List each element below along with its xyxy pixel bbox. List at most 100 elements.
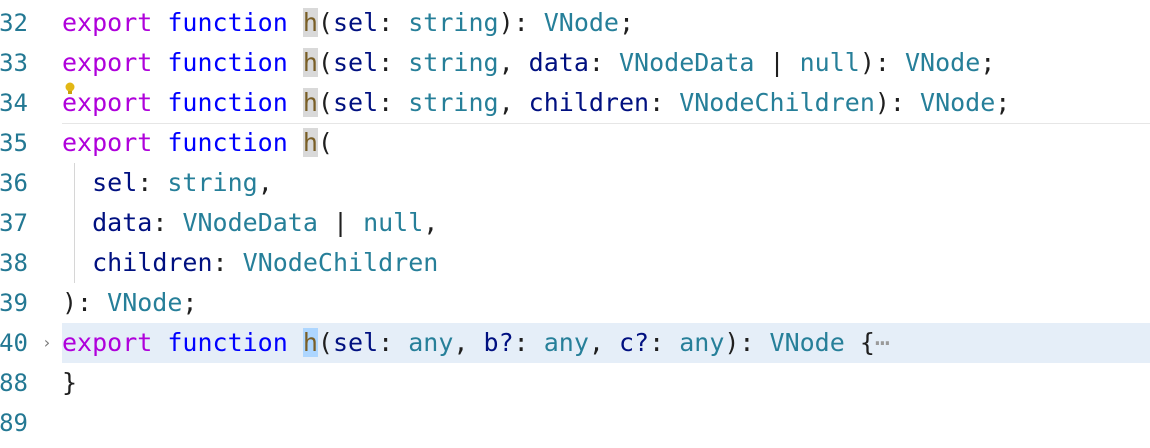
code-token: ): [859, 48, 905, 77]
code-token: b? [483, 328, 514, 357]
code-token: h [302, 48, 318, 77]
code-line[interactable]: 33 export function h(sel: string, data: V… [0, 43, 1150, 83]
code-token: sel [332, 48, 379, 77]
code-token: function [167, 328, 288, 357]
code-token: ( [317, 88, 333, 117]
code-token: sel [332, 88, 379, 117]
code-text: sel: string, [62, 163, 273, 203]
code-token: | [317, 208, 364, 237]
code-line[interactable]: 34 export function h(sel: string, childre… [0, 83, 1150, 123]
chevron-right-icon[interactable]: › [42, 323, 52, 363]
code-token: sel [92, 168, 138, 197]
code-text: } [62, 363, 77, 403]
code-token: : [212, 248, 243, 277]
code-line[interactable]: 38 children: VNodeChildren [0, 243, 1150, 283]
code-token: : [649, 88, 680, 117]
code-token: sel [332, 8, 379, 37]
code-token: , [588, 328, 619, 357]
code-token: export [62, 88, 153, 117]
code-token: c? [619, 328, 650, 357]
code-token: | [754, 48, 800, 77]
code-token: , [257, 168, 273, 197]
code-token: h [302, 328, 318, 357]
code-text: children: VNodeChildren [62, 243, 438, 283]
code-token: , [498, 88, 529, 117]
code-token: VNode [905, 48, 981, 77]
code-token: ): [498, 8, 544, 37]
code-token: string [408, 48, 499, 77]
code-text: export function h(sel: string, children:… [62, 83, 1010, 123]
line-number: 39 [0, 289, 28, 317]
line-number: 38 [0, 249, 28, 277]
code-text: ): VNode; [62, 283, 197, 323]
code-token: VNode [543, 8, 619, 37]
code-token: , [498, 48, 529, 77]
code-line[interactable]: 32 export function h(sel: string): VNode; [0, 3, 1150, 43]
line-number: 40 [0, 329, 28, 357]
code-line[interactable]: 37 data: VNodeData | null, [0, 203, 1150, 243]
code-token: ; [182, 288, 198, 317]
code-line[interactable]: 89 [0, 403, 1150, 443]
code-token: VNodeChildren [242, 248, 439, 277]
code-token: : [137, 168, 168, 197]
code-token: sel [332, 328, 379, 357]
code-token: { [844, 328, 875, 357]
line-number: 35 [0, 129, 28, 157]
code-token: : [152, 208, 183, 237]
code-editor[interactable]: 32 export function h(sel: string): VNode;… [0, 0, 1150, 448]
code-token: ): [62, 288, 108, 317]
code-line[interactable]: 35 export function h( [0, 123, 1150, 163]
code-token: VNode [920, 88, 996, 117]
code-token: export [62, 128, 153, 157]
code-token: children [92, 248, 213, 277]
code-token: null [363, 208, 424, 237]
code-token: : [378, 8, 409, 37]
code-token: any [543, 328, 589, 357]
code-token: ; [995, 88, 1011, 117]
code-token: ): [724, 328, 770, 357]
code-line[interactable]: 39 ): VNode; [0, 283, 1150, 323]
code-token: any [679, 328, 725, 357]
code-token: function [167, 8, 288, 37]
code-token: function [167, 128, 288, 157]
code-token: ( [317, 48, 333, 77]
code-token: ): [874, 88, 921, 117]
code-token: function [167, 88, 288, 117]
code-token: : [378, 48, 409, 77]
code-token: VNodeData [182, 208, 318, 237]
code-line[interactable]: 40 › export function h(sel: any, b?: any, … [0, 323, 1150, 363]
code-token: export [62, 8, 153, 37]
code-token: null [799, 48, 860, 77]
code-text: export function h(sel: string): VNode; [62, 3, 634, 43]
code-text: export function h(sel: string, data: VNo… [62, 43, 995, 83]
code-token: ( [317, 8, 333, 37]
code-text: export function h( [62, 123, 333, 163]
code-token: : [649, 328, 680, 357]
line-number: 36 [0, 169, 28, 197]
code-token: : [378, 88, 409, 117]
code-token: } [62, 368, 78, 397]
code-token: string [167, 168, 258, 197]
code-token: any [408, 328, 454, 357]
code-token: export [62, 48, 153, 77]
code-token: h [302, 88, 318, 117]
code-token: ; [980, 48, 996, 77]
code-token: VNode [769, 328, 845, 357]
code-line[interactable]: 88} [0, 363, 1150, 403]
code-token: string [408, 88, 499, 117]
folded-ellipsis[interactable]: ⋯ [875, 328, 890, 357]
code-token: ( [317, 128, 333, 157]
code-line[interactable]: 36 sel: string, [0, 163, 1150, 203]
code-token: string [408, 8, 499, 37]
line-number: 89 [0, 409, 28, 437]
line-number: 37 [0, 209, 28, 237]
